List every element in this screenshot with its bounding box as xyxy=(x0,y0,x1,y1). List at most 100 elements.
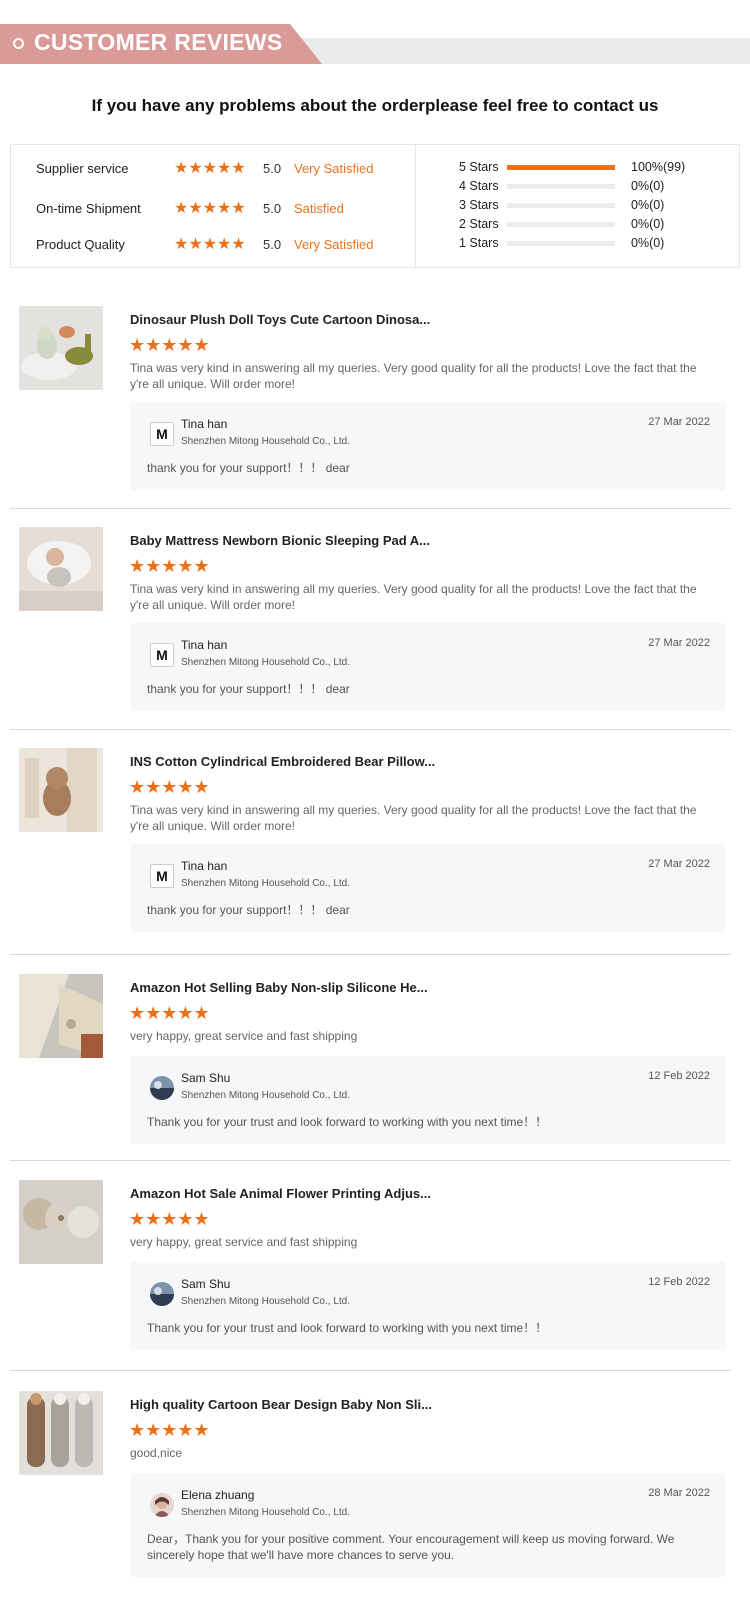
star-icon: ★★★★★ xyxy=(129,1209,210,1229)
summary-divider xyxy=(415,145,416,267)
product-title[interactable]: Dinosaur Plush Doll Toys Cute Cartoon Di… xyxy=(130,312,430,327)
reply-name: Tina han xyxy=(181,417,228,431)
star-icon: ★★★★★ xyxy=(129,335,210,355)
metric-label: Product Quality xyxy=(36,237,125,252)
product-thumbnail[interactable] xyxy=(19,974,103,1058)
reply-date: 12 Feb 2022 xyxy=(648,1276,710,1288)
review-divider xyxy=(10,954,731,955)
distribution-bar xyxy=(507,203,615,208)
distribution-value: 0%(0) xyxy=(631,236,665,250)
metric-text: Very Satisfied xyxy=(294,237,374,252)
reply-company: Shenzhen Mitong Household Co., Ltd. xyxy=(181,1296,350,1307)
reply-company: Shenzhen Mitong Household Co., Ltd. xyxy=(181,1090,350,1101)
review-comment: very happy, great service and fast shipp… xyxy=(130,1235,358,1249)
review-stars: ★★★★★ xyxy=(129,1209,210,1230)
review-divider xyxy=(10,729,731,730)
metric-on-time-shipment: On-time Shipment ★★★★★ 5.0 Satisfied xyxy=(11,199,415,219)
product-title[interactable]: INS Cotton Cylindrical Embroidered Bear … xyxy=(130,754,435,769)
reply-text: Dear，Thank you for your positive comment… xyxy=(147,1532,675,1562)
reply-name: Elena zhuang xyxy=(181,1488,255,1502)
star-icon: ★★★★★ xyxy=(129,1003,210,1023)
distribution-bar xyxy=(507,184,615,189)
reply-company: Shenzhen Mitong Household Co., Ltd. xyxy=(181,1507,350,1518)
product-thumbnail[interactable] xyxy=(19,306,103,390)
star-icon: ★★★★★ xyxy=(129,556,210,576)
star-icon: ★★★★★ xyxy=(174,236,246,253)
seller-reply: M Tina han Shenzhen Mitong Household Co.… xyxy=(130,844,726,932)
distribution-row: 3 Stars 0%(0) xyxy=(459,198,699,214)
review-item: High quality Cartoon Bear Design Baby No… xyxy=(10,1391,731,1591)
metric-label: Supplier service xyxy=(36,161,129,176)
review-stars: ★★★★★ xyxy=(129,335,210,356)
review-item: Baby Mattress Newborn Bionic Sleeping Pa… xyxy=(10,527,731,730)
review-comment: Tina was very kind in answering all my q… xyxy=(130,582,697,612)
reviews-banner: CUSTOMER REVIEWS xyxy=(0,24,750,64)
product-title[interactable]: High quality Cartoon Bear Design Baby No… xyxy=(130,1397,432,1412)
metric-label: On-time Shipment xyxy=(36,201,141,216)
star-icon: ★★★★★ xyxy=(174,200,246,217)
review-stars: ★★★★★ xyxy=(129,1420,210,1441)
star-icon: ★★★★★ xyxy=(129,777,210,797)
review-comment: good,nice xyxy=(130,1446,183,1460)
distribution-value: 0%(0) xyxy=(631,179,665,193)
reply-date: 28 Mar 2022 xyxy=(648,1487,710,1499)
distribution-label: 2 Stars xyxy=(459,217,499,231)
review-stars: ★★★★★ xyxy=(129,556,210,577)
reply-company: Shenzhen Mitong Household Co., Ltd. xyxy=(181,657,350,668)
seller-reply: Sam Shu Shenzhen Mitong Household Co., L… xyxy=(130,1056,726,1144)
product-thumbnail[interactable] xyxy=(19,1391,103,1475)
reply-text: thank you for your support！！！ dear xyxy=(147,903,350,917)
distribution-bar xyxy=(507,222,615,227)
review-stars: ★★★★★ xyxy=(129,777,210,798)
contact-subtitle: If you have any problems about the order… xyxy=(91,96,659,115)
metric-score: 5.0 xyxy=(263,237,282,252)
review-divider xyxy=(10,508,731,509)
distribution-row: 4 Stars 0%(0) xyxy=(459,179,699,195)
reply-name: Tina han xyxy=(181,859,228,873)
reply-date: 27 Mar 2022 xyxy=(648,416,710,428)
avatar xyxy=(150,1282,174,1306)
product-thumbnail[interactable] xyxy=(19,748,103,832)
distribution-value: 100%(99) xyxy=(631,160,686,174)
reply-text: Thank you for your trust and look forwar… xyxy=(147,1321,548,1335)
review-item: Amazon Hot Selling Baby Non-slip Silicon… xyxy=(10,974,731,1164)
reply-name: Tina han xyxy=(181,638,228,652)
review-item: Amazon Hot Sale Animal Flower Printing A… xyxy=(10,1180,731,1371)
reply-date: 27 Mar 2022 xyxy=(648,637,710,649)
product-title[interactable]: Baby Mattress Newborn Bionic Sleeping Pa… xyxy=(130,533,430,548)
review-item: INS Cotton Cylindrical Embroidered Bear … xyxy=(10,748,731,955)
avatar: M xyxy=(150,643,174,667)
metric-product-quality: Product Quality ★★★★★ 5.0 Very Satisfied xyxy=(11,235,415,255)
avatar xyxy=(150,1076,174,1100)
seller-reply: Elena zhuang Shenzhen Mitong Household C… xyxy=(130,1473,726,1577)
review-stars: ★★★★★ xyxy=(129,1003,210,1024)
avatar xyxy=(150,1493,174,1517)
star-rating: ★★★★★ xyxy=(174,159,246,179)
rating-summary: Supplier service ★★★★★ 5.0 Very Satisfie… xyxy=(10,144,740,268)
product-thumbnail[interactable] xyxy=(19,1180,103,1264)
product-title[interactable]: Amazon Hot Sale Animal Flower Printing A… xyxy=(130,1186,431,1201)
product-title[interactable]: Amazon Hot Selling Baby Non-slip Silicon… xyxy=(130,980,428,995)
review-item: Dinosaur Plush Doll Toys Cute Cartoon Di… xyxy=(10,306,731,509)
review-comment: very happy, great service and fast shipp… xyxy=(130,1029,358,1043)
product-thumbnail[interactable] xyxy=(19,527,103,611)
avatar: M xyxy=(150,422,174,446)
review-comment: Tina was very kind in answering all my q… xyxy=(130,803,697,833)
distribution-row: 2 Stars 0%(0) xyxy=(459,217,699,233)
reply-name: Sam Shu xyxy=(181,1071,231,1085)
distribution-value: 0%(0) xyxy=(631,198,665,212)
distribution-row: 1 Stars 0%(0) xyxy=(459,236,699,252)
metric-text: Satisfied xyxy=(294,201,344,216)
metric-supplier-service: Supplier service ★★★★★ 5.0 Very Satisfie… xyxy=(11,159,415,179)
metric-text: Very Satisfied xyxy=(294,161,374,176)
reply-text: thank you for your support！！！ dear xyxy=(147,461,350,475)
distribution-label: 4 Stars xyxy=(459,179,499,193)
star-rating: ★★★★★ xyxy=(174,199,246,219)
seller-reply: M Tina han Shenzhen Mitong Household Co.… xyxy=(130,623,726,711)
distribution-bar xyxy=(507,241,615,246)
reply-date: 27 Mar 2022 xyxy=(648,858,710,870)
distribution-fill xyxy=(507,165,615,170)
distribution-label: 3 Stars xyxy=(459,198,499,212)
reply-text: thank you for your support！！！ dear xyxy=(147,682,350,696)
circle-icon xyxy=(13,38,24,49)
